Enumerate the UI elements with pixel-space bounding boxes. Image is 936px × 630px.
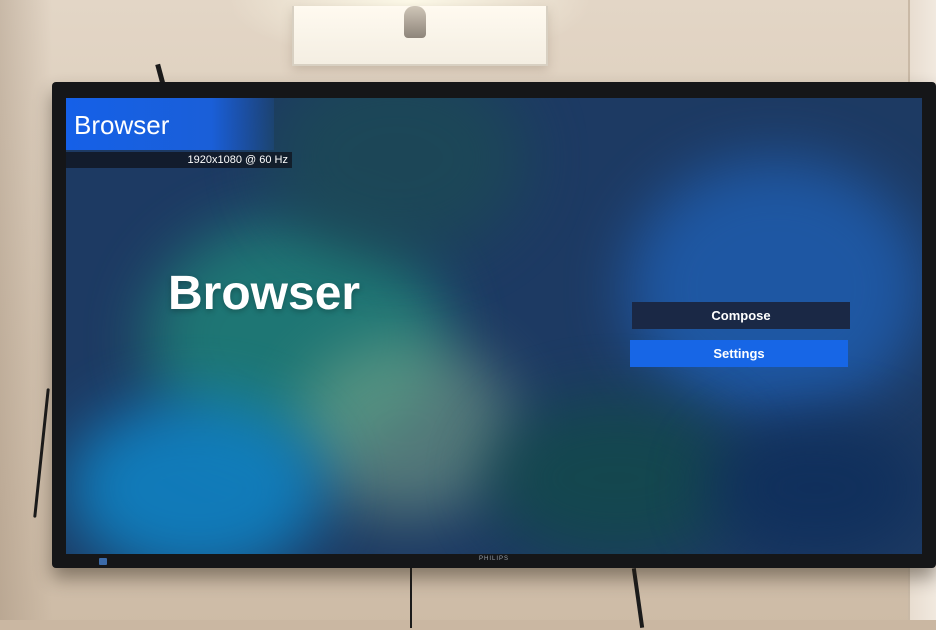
screen-glow — [626, 158, 922, 418]
tv-screen: Browser 1920x1080 @ 60 Hz Browser Compos… — [66, 98, 922, 554]
compose-button[interactable]: Compose — [632, 302, 850, 329]
app-title: Browser — [74, 110, 170, 140]
bottom-cable-left — [410, 568, 412, 628]
screen-glow — [706, 418, 922, 554]
wall-corner-shade — [0, 0, 52, 630]
page-heading: Browser — [168, 267, 361, 320]
settings-button[interactable]: Settings — [630, 340, 848, 367]
title-bar: Browser — [66, 98, 274, 150]
tv-sticker-icon — [99, 558, 107, 565]
tv-brand-logo: PHILIPS — [478, 556, 509, 562]
resolution-label: 1920x1080 @ 60 Hz — [66, 152, 292, 168]
lamp-hook — [404, 6, 426, 38]
screen-glow — [296, 338, 516, 518]
floor-strip — [0, 620, 936, 630]
